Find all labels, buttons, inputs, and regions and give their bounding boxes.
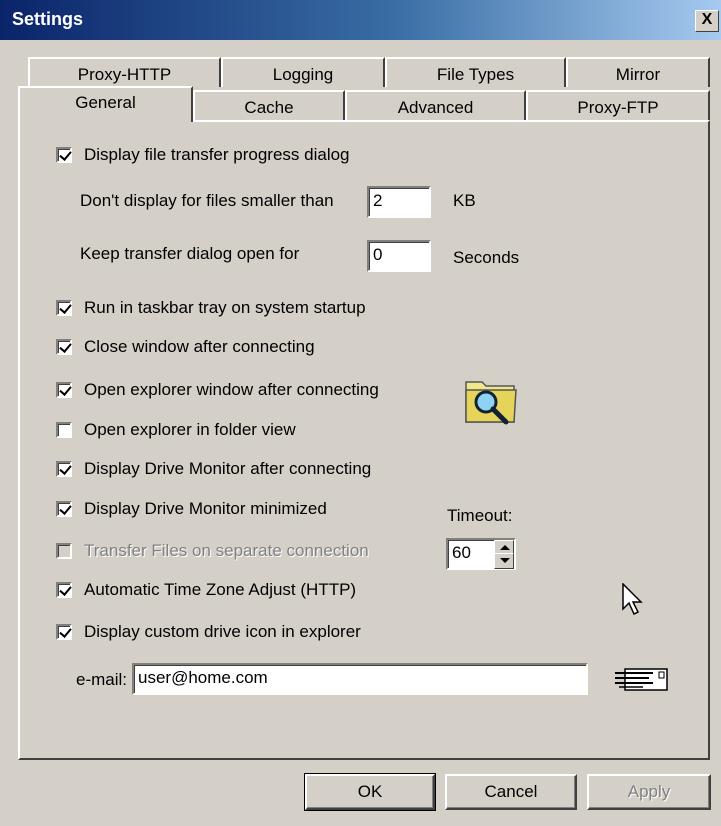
timeout-spin-down[interactable]	[494, 553, 514, 569]
drive-monitor-minimized-label: Display Drive Monitor minimized	[84, 499, 327, 518]
run-tray-label: Run in taskbar tray on system startup	[84, 298, 366, 317]
explorer-folder-icon	[465, 381, 517, 425]
tab-file-types[interactable]: File Types	[385, 57, 566, 87]
display-progress-label: Display file transfer progress dialog	[84, 145, 350, 164]
tab-cache[interactable]: Cache	[193, 90, 345, 120]
custom-icon-label: Display custom drive icon in explorer	[84, 622, 361, 641]
open-explorer-label: Open explorer window after connecting	[84, 380, 379, 399]
cancel-button-label: Cancel	[484, 782, 538, 801]
tab-label: Mirror	[615, 65, 661, 84]
drive-monitor-option[interactable]: Display Drive Monitor after connecting	[56, 459, 371, 479]
drive-monitor-label: Display Drive Monitor after connecting	[84, 459, 372, 478]
tab-label: Proxy-FTP	[577, 98, 659, 117]
timezone-option[interactable]: Automatic Time Zone Adjust (HTTP)	[56, 580, 356, 600]
close-icon: X	[701, 11, 713, 28]
cancel-button[interactable]: Cancel	[445, 774, 577, 810]
timezone-label: Automatic Time Zone Adjust (HTTP)	[84, 580, 357, 599]
window-title: Settings	[12, 9, 84, 29]
tab-label: Proxy-HTTP	[77, 65, 172, 84]
custom-icon-option[interactable]: Display custom drive icon in explorer	[56, 622, 361, 642]
ok-button[interactable]: OK	[304, 773, 436, 811]
tab-label: Advanced	[397, 98, 474, 117]
separate-connection-label: Transfer Files on separate connection	[84, 541, 369, 560]
title-bar: Settings	[0, 0, 721, 40]
close-window-option[interactable]: Close window after connecting	[56, 337, 315, 357]
tab-proxy-http[interactable]: Proxy-HTTP	[28, 57, 221, 87]
keep-open-unit: Seconds	[453, 248, 520, 267]
address-card-icon[interactable]	[613, 666, 669, 692]
keep-open-input[interactable]: 0	[367, 240, 431, 272]
timeout-value: 60	[452, 543, 471, 562]
close-window-checkbox[interactable]	[56, 339, 72, 355]
run-tray-checkbox[interactable]	[56, 300, 72, 316]
keep-open-label: Keep transfer dialog open for	[80, 244, 300, 263]
email-input[interactable]: user@home.com	[132, 663, 588, 695]
open-explorer-checkbox[interactable]	[56, 382, 72, 398]
mouse-cursor-icon	[622, 583, 643, 616]
dont-display-label: Don't display for files smaller than	[80, 191, 334, 210]
display-progress-checkbox[interactable]	[56, 147, 72, 163]
folder-view-checkbox[interactable]	[56, 422, 72, 438]
tab-label: General	[75, 93, 136, 112]
drive-monitor-minimized-checkbox[interactable]	[56, 501, 72, 517]
separate-connection-checkbox	[56, 543, 72, 559]
folder-view-label: Open explorer in folder view	[84, 420, 296, 439]
dont-display-unit: KB	[453, 191, 476, 210]
apply-button-label: Apply	[627, 782, 671, 801]
timezone-checkbox[interactable]	[56, 582, 72, 598]
email-label: e-mail:	[76, 670, 128, 689]
dont-display-input[interactable]: 2	[367, 186, 431, 218]
drive-monitor-minimized-option[interactable]: Display Drive Monitor minimized	[56, 499, 327, 519]
tab-label: Cache	[244, 98, 294, 117]
separate-connection-option: Transfer Files on separate connection	[56, 541, 369, 561]
tab-advanced[interactable]: Advanced	[345, 90, 526, 120]
close-window-label: Close window after connecting	[84, 337, 315, 356]
tab-proxy-ftp[interactable]: Proxy-FTP	[526, 90, 710, 120]
drive-monitor-checkbox[interactable]	[56, 461, 72, 477]
tab-label: Logging	[272, 65, 334, 84]
tab-logging[interactable]: Logging	[221, 57, 385, 87]
display-progress-option[interactable]: Display file transfer progress dialog	[56, 145, 350, 165]
timeout-label: Timeout:	[447, 506, 513, 525]
run-tray-option[interactable]: Run in taskbar tray on system startup	[56, 298, 366, 318]
open-explorer-option[interactable]: Open explorer window after connecting	[56, 380, 379, 400]
tab-label: File Types	[436, 65, 515, 84]
tab-mirror[interactable]: Mirror	[566, 57, 710, 87]
apply-button: Apply	[587, 774, 711, 810]
close-button[interactable]: X	[695, 10, 719, 32]
custom-icon-checkbox[interactable]	[56, 624, 72, 640]
ok-button-label: OK	[357, 782, 383, 801]
folder-view-option[interactable]: Open explorer in folder view	[56, 420, 296, 440]
tab-general[interactable]: General	[18, 86, 193, 122]
